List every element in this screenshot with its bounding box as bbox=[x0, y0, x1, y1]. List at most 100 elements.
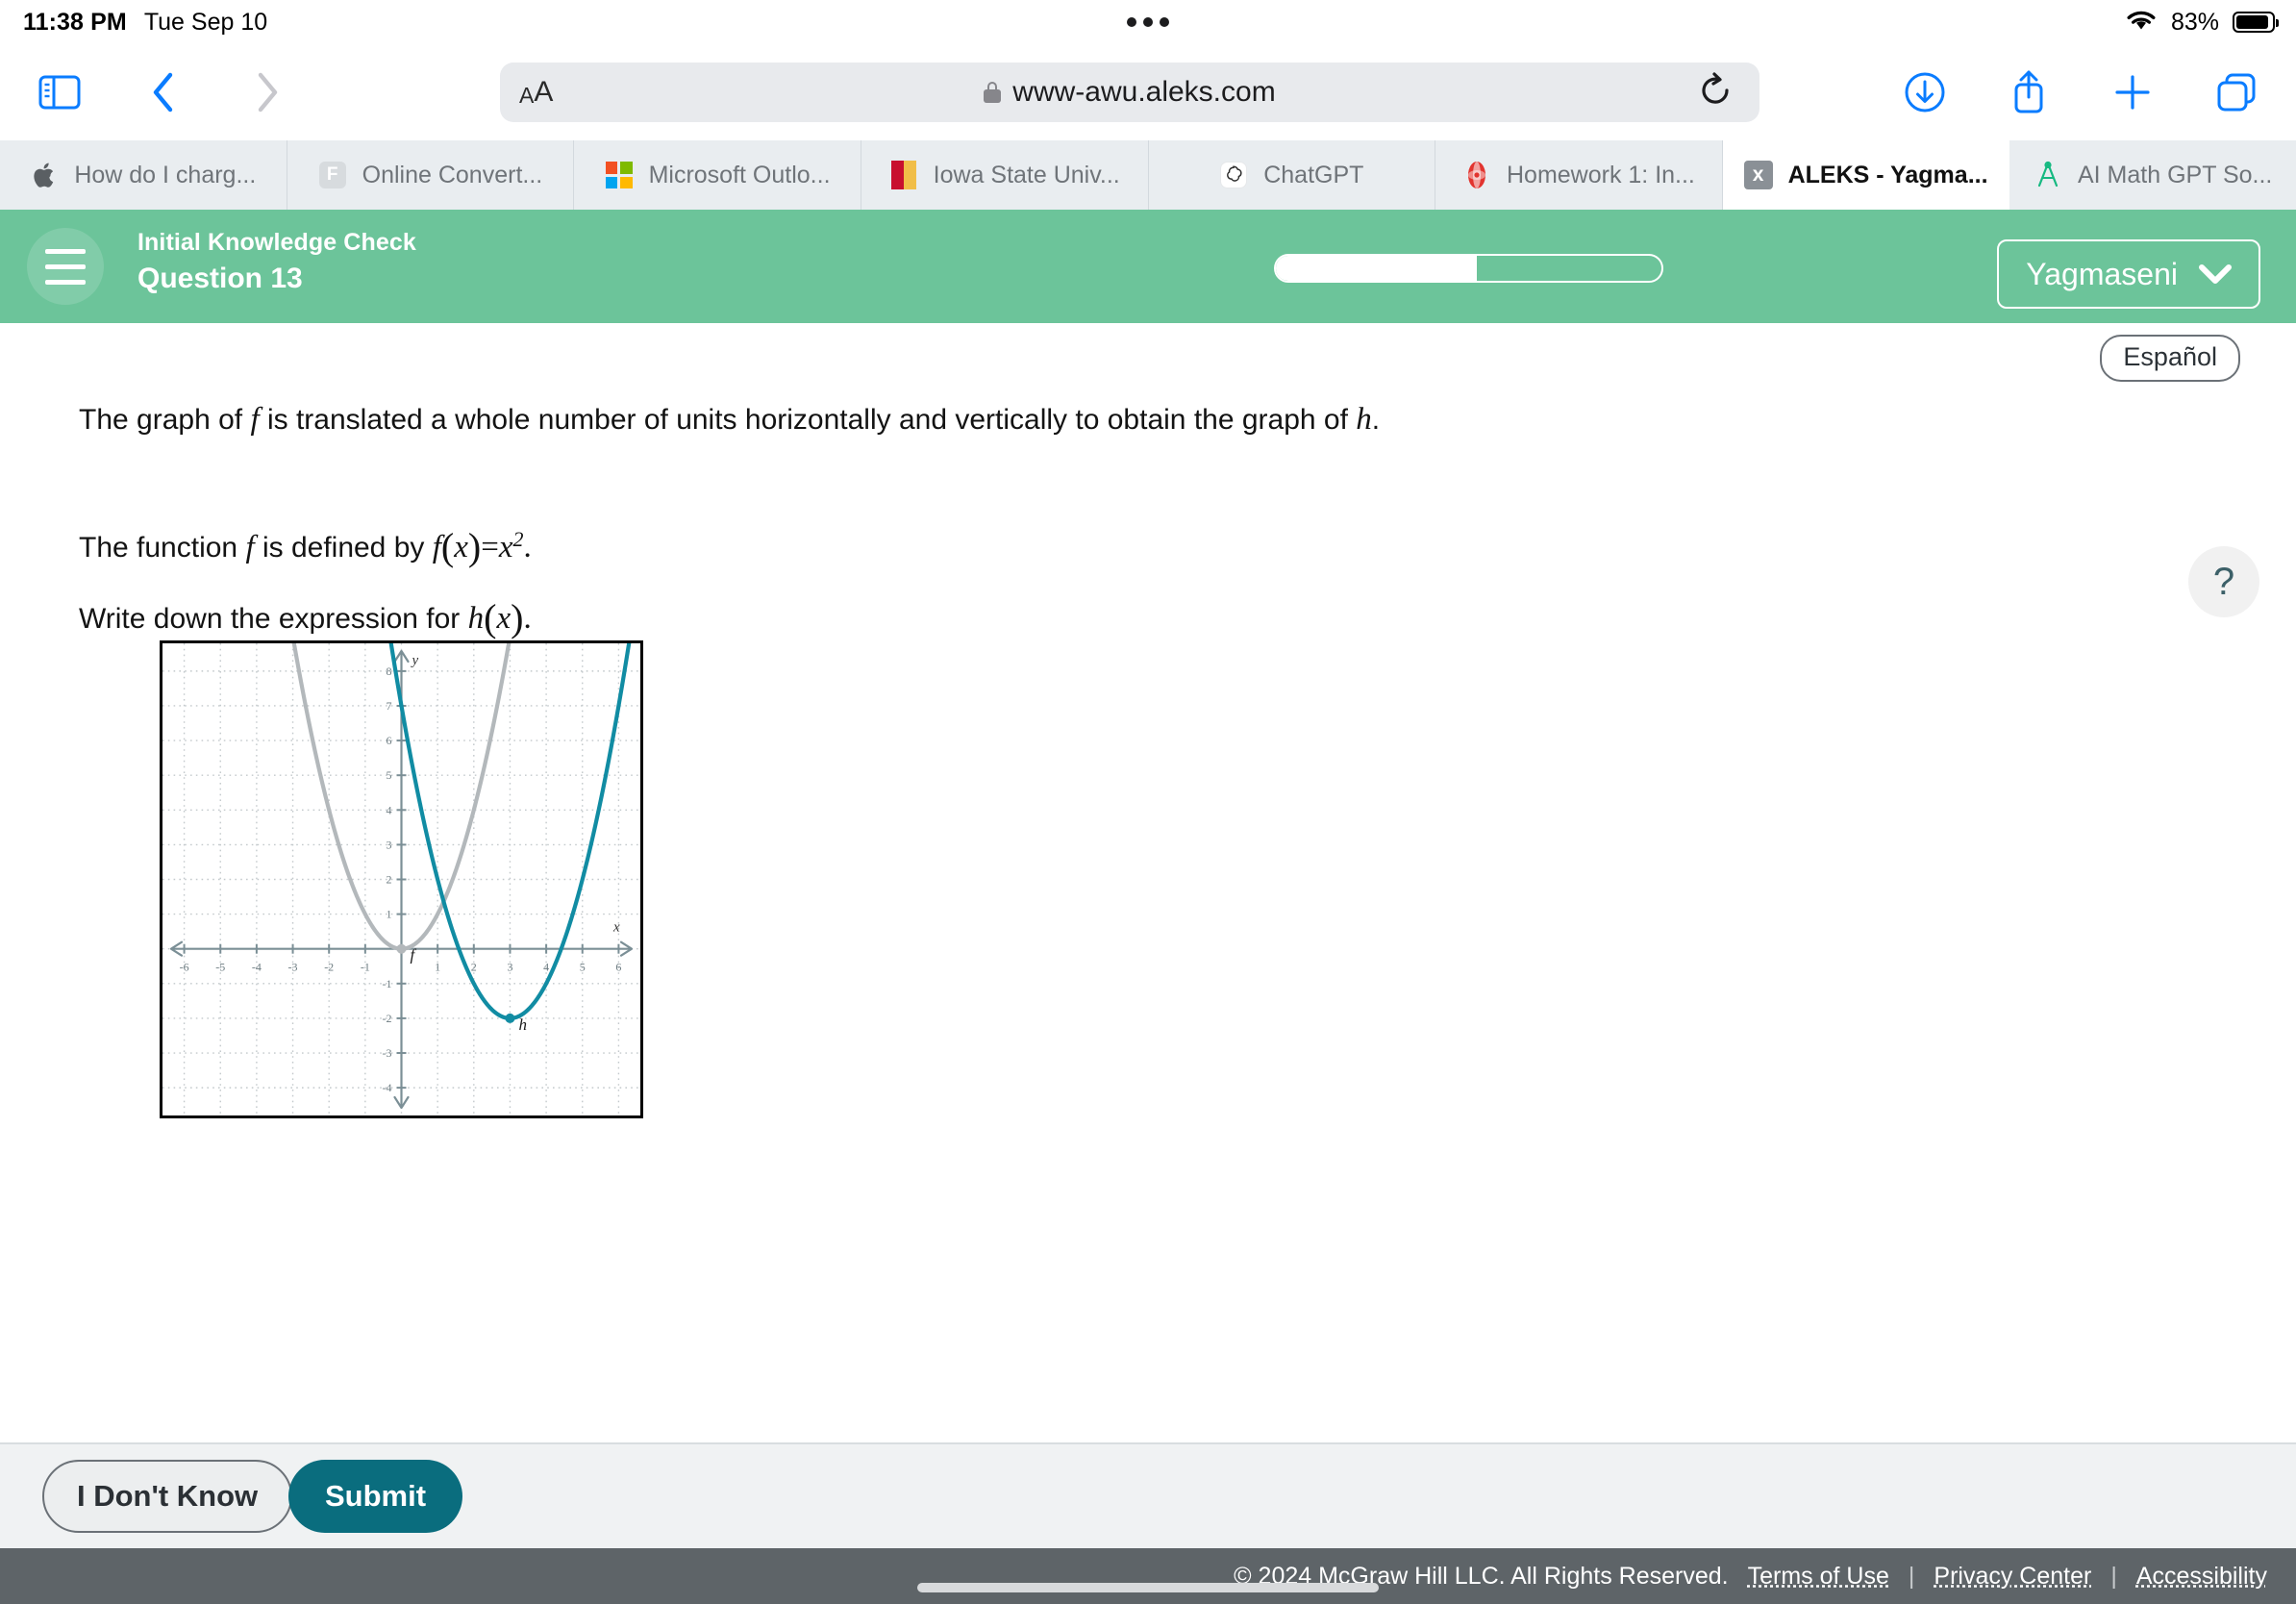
browser-tab-homework-1[interactable]: Homework 1: In... bbox=[1435, 140, 1723, 210]
iowa-state-icon bbox=[889, 161, 918, 189]
status-center-dots bbox=[1127, 17, 1169, 27]
svg-text:-1: -1 bbox=[361, 961, 370, 974]
footer-separator: | bbox=[1909, 1563, 1915, 1591]
status-time: 11:38 PM bbox=[23, 9, 127, 37]
svg-text:7: 7 bbox=[387, 699, 392, 713]
svg-text:-2: -2 bbox=[324, 961, 334, 974]
header-title-group: Initial Knowledge Check Question 13 bbox=[137, 229, 416, 295]
q1-text-a: The graph of bbox=[79, 404, 250, 436]
sidebar-icon[interactable] bbox=[35, 67, 85, 117]
q2-text-b: is defined by bbox=[255, 532, 433, 564]
back-chevron-icon[interactable] bbox=[138, 67, 188, 117]
page-footer: © 2024 McGraw Hill LLC. All Rights Reser… bbox=[0, 1548, 2296, 1604]
q3-paren-open: ( bbox=[484, 596, 496, 639]
lock-icon bbox=[984, 82, 1001, 103]
status-bar-left: 11:38 PM Tue Sep 10 bbox=[23, 9, 267, 37]
plus-icon[interactable] bbox=[2108, 67, 2158, 117]
share-icon[interactable] bbox=[2004, 67, 2054, 117]
help-button[interactable]: ? bbox=[2188, 546, 2259, 617]
question-content: Español ? The graph of f is translated a… bbox=[0, 323, 2296, 1442]
url-display: www-awu.aleks.com bbox=[984, 76, 1275, 109]
browser-tab-iowa-state[interactable]: Iowa State Univ... bbox=[861, 140, 1149, 210]
privacy-center-link[interactable]: Privacy Center bbox=[1934, 1563, 2091, 1591]
svg-text:-5: -5 bbox=[215, 961, 225, 974]
text-size-button[interactable]: AA bbox=[519, 78, 553, 107]
svg-text:2: 2 bbox=[471, 961, 477, 974]
toolbar-left-icons bbox=[35, 67, 292, 117]
svg-text:1: 1 bbox=[435, 961, 440, 974]
submit-button[interactable]: Submit bbox=[288, 1460, 462, 1533]
tabs-icon[interactable] bbox=[2211, 67, 2261, 117]
homework-icon bbox=[1462, 161, 1491, 189]
header-subtitle: Initial Knowledge Check bbox=[137, 229, 416, 257]
tab-label: AI Math GPT So... bbox=[2078, 162, 2272, 189]
question-line-2: The function f is defined by f(x)=x2. bbox=[79, 518, 1579, 576]
q2-text-a: The function bbox=[79, 532, 245, 564]
graph-svg: -6 -5 -4 -3 -2 -1 1 2 3 4 5 6-4-3-2-112345678xyfh bbox=[162, 643, 640, 1115]
svg-text:4: 4 bbox=[387, 803, 392, 816]
q3-paren-close: ) bbox=[511, 596, 523, 639]
wifi-icon bbox=[2125, 8, 2158, 38]
svg-text:6: 6 bbox=[615, 961, 621, 974]
q2-x-var: x bbox=[499, 530, 513, 564]
svg-text:-3: -3 bbox=[288, 961, 298, 974]
tab-label: How do I charg... bbox=[74, 162, 256, 189]
question-line-3: Write down the expression for h(x). bbox=[79, 589, 1579, 647]
user-menu-button[interactable]: Yagmaseni bbox=[1997, 239, 2260, 309]
svg-text:3: 3 bbox=[387, 838, 392, 851]
browser-tab-chatgpt[interactable]: ChatGPT bbox=[1149, 140, 1436, 210]
browser-tab-microsoft-outlook[interactable]: Microsoft Outlo... bbox=[574, 140, 861, 210]
i-dont-know-button[interactable]: I Don't Know bbox=[42, 1460, 292, 1533]
url-bar[interactable]: AA www-awu.aleks.com bbox=[500, 63, 1759, 122]
hamburger-menu-icon[interactable] bbox=[27, 228, 104, 305]
battery-percent: 83% bbox=[2171, 9, 2219, 37]
q2-x: x bbox=[454, 530, 468, 564]
svg-text:-2: -2 bbox=[383, 1012, 392, 1025]
svg-text:-4: -4 bbox=[252, 961, 262, 974]
home-indicator bbox=[917, 1583, 1379, 1592]
browser-tab-aleks[interactable]: x ALEKS - Yagma... bbox=[1723, 140, 2010, 210]
q2-paren-open: ( bbox=[441, 525, 454, 568]
svg-text:-6: -6 bbox=[180, 961, 189, 974]
q2-f-symbol: f bbox=[245, 530, 254, 564]
tab-label: Online Convert... bbox=[362, 162, 543, 189]
tab-strip: How do I charg... F Online Convert... Mi… bbox=[0, 140, 2296, 210]
browser-tab-online-convert[interactable]: F Online Convert... bbox=[287, 140, 575, 210]
espanol-button[interactable]: Español bbox=[2100, 335, 2240, 382]
q2-exponent: 2 bbox=[513, 527, 524, 551]
svg-text:y: y bbox=[411, 653, 419, 668]
toolbar-right-icons bbox=[1900, 67, 2261, 117]
reload-icon[interactable] bbox=[1696, 71, 1734, 114]
apple-icon bbox=[30, 161, 59, 189]
url-text: www-awu.aleks.com bbox=[1012, 76, 1275, 109]
forward-chevron-icon[interactable] bbox=[242, 67, 292, 117]
page-title: Question 13 bbox=[137, 263, 416, 295]
svg-text:4: 4 bbox=[543, 961, 549, 974]
svg-text:h: h bbox=[518, 1015, 527, 1034]
browser-toolbar: AA www-awu.aleks.com bbox=[0, 44, 2296, 140]
browser-tab-ai-math-gpt[interactable]: AI Math GPT So... bbox=[2009, 140, 2296, 210]
accessibility-link[interactable]: Accessibility bbox=[2136, 1563, 2267, 1591]
footer-separator: | bbox=[2110, 1563, 2117, 1591]
question-text: The graph of f is translated a whole num… bbox=[79, 398, 1579, 647]
tab-label: Microsoft Outlo... bbox=[649, 162, 831, 189]
terms-of-use-link[interactable]: Terms of Use bbox=[1748, 1563, 1889, 1591]
q1-f-symbol: f bbox=[250, 402, 259, 437]
tab-label: ChatGPT bbox=[1263, 162, 1363, 189]
q2-equals: = bbox=[481, 530, 499, 564]
parabola-graph: -6 -5 -4 -3 -2 -1 1 2 3 4 5 6 -4 -3 -2 -1 1 2 3 4 5 6 7 8 x y f h bbox=[160, 640, 643, 1118]
svg-text:2: 2 bbox=[387, 873, 392, 887]
browser-tab-how-do-i-charge[interactable]: How do I charg... bbox=[0, 140, 287, 210]
svg-text:-1: -1 bbox=[383, 977, 392, 990]
ai-math-gpt-icon bbox=[2034, 161, 2062, 189]
q3-x: x bbox=[496, 601, 511, 636]
downloads-icon[interactable] bbox=[1900, 67, 1950, 117]
freeconvert-icon: F bbox=[318, 161, 347, 189]
svg-text:-4: -4 bbox=[383, 1081, 392, 1094]
q2-fx-f: f bbox=[433, 530, 441, 564]
svg-text:5: 5 bbox=[580, 961, 586, 974]
svg-text:8: 8 bbox=[387, 664, 392, 678]
chevron-down-icon bbox=[2199, 257, 2232, 292]
svg-text:3: 3 bbox=[507, 961, 512, 974]
status-date: Tue Sep 10 bbox=[144, 9, 267, 37]
